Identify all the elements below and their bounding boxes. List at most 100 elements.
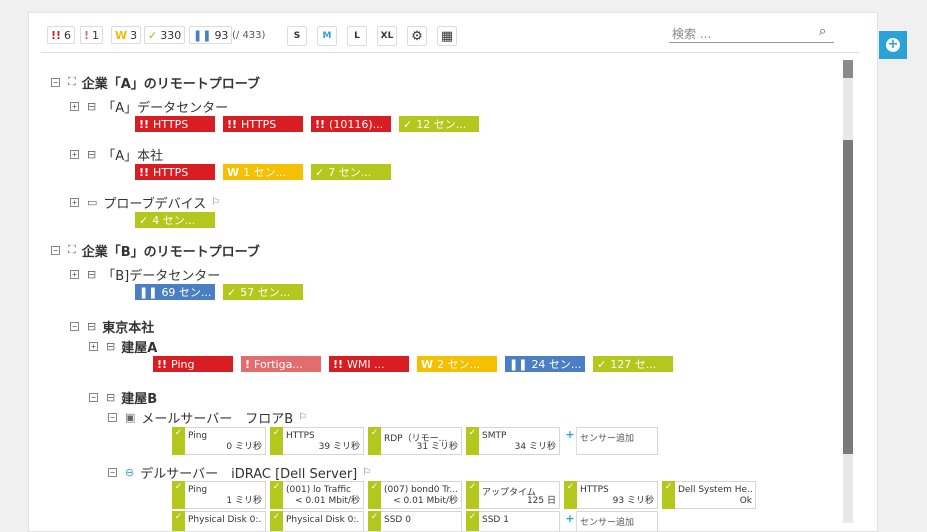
- search-icon[interactable]: ⌕: [819, 24, 826, 39]
- sensor-tile[interactable]: W2 セン...: [417, 356, 497, 372]
- sensor-tile[interactable]: ✓ HTTPS 39 ミリ秒: [270, 427, 364, 455]
- expand-icon[interactable]: +: [70, 197, 79, 207]
- add-sensor-button[interactable]: + センサー追加: [564, 427, 658, 455]
- grid-view-icon[interactable]: ▦: [437, 26, 457, 46]
- tile-status-icon: ✓: [227, 285, 237, 299]
- tree-node-a-probe-device[interactable]: + ▭ プローブデバイス ⚐: [70, 193, 220, 212]
- sensor-tile[interactable]: ✓ Physical Disk 0:...: [172, 511, 266, 531]
- tile-label: HTTPS: [241, 117, 277, 131]
- tree-node-tokyo[interactable]: − ⊟ 東京本社: [70, 317, 154, 336]
- collapse-icon[interactable]: −: [108, 467, 117, 477]
- add-sensor-button[interactable]: + センサー追加: [564, 511, 658, 531]
- sensor-tile[interactable]: !! HTTPS: [135, 164, 215, 180]
- tree-node-a-datacenter[interactable]: + ⊟ 「A」データセンター: [70, 97, 228, 116]
- mail-server-label: メールサーバー フロアB: [141, 411, 294, 427]
- sensor-tile[interactable]: ✓ (007) bond0 Tr... < 0.01 Mbit/秒: [368, 481, 462, 509]
- status-filter-warning[interactable]: W 3: [111, 26, 142, 44]
- settings-gear-icon[interactable]: ⚙: [407, 26, 427, 46]
- toolbar: !! 6 ! 1 W 3 ✓ 330 ❚❚ 93 (/ 433) S M L X…: [29, 13, 877, 53]
- collapse-icon[interactable]: −: [51, 77, 60, 87]
- sensor-name: Dell System He...: [678, 485, 752, 495]
- tree-node-bldg-a[interactable]: + ⊟ 建屋A: [89, 337, 157, 356]
- collapse-icon[interactable]: −: [51, 245, 60, 255]
- group-icon: ⊟: [106, 390, 116, 404]
- flag-icon[interactable]: ⚐: [298, 412, 307, 423]
- sensor-tile[interactable]: ✓ SSD 1: [466, 511, 560, 531]
- sensor-tile[interactable]: ✓ 7 セン...: [311, 164, 391, 180]
- status-filter-down[interactable]: !! 6: [47, 26, 76, 44]
- tile-status-icon: !!: [315, 117, 326, 131]
- scrollbar-thumb[interactable]: [843, 140, 853, 454]
- add-button[interactable]: +: [879, 31, 907, 59]
- sensor-tile[interactable]: ✓ Ping 0 ミリ秒: [172, 427, 266, 455]
- size-xl-button[interactable]: XL: [377, 26, 397, 46]
- tree-node-group-a[interactable]: − ⛶ 企業「A」のリモートプローブ: [51, 73, 260, 92]
- expand-icon[interactable]: +: [70, 269, 79, 279]
- tree-node-group-b[interactable]: − ⛶ 企業「B」のリモートプローブ: [51, 241, 260, 260]
- sensor-tile[interactable]: !! HTTPS: [135, 116, 215, 132]
- sensor-tile[interactable]: !! HTTPS: [223, 116, 303, 132]
- flag-icon[interactable]: ⚐: [362, 467, 371, 478]
- sensor-tile[interactable]: ❚❚ 69 セン...: [135, 284, 215, 300]
- sensor-tile[interactable]: ✓ RDP（リモー... 31 ミリ秒: [368, 427, 462, 455]
- probe-device-tiles: ✓ 4 セン...: [135, 212, 223, 228]
- sensor-tile[interactable]: !! WMI ...: [329, 356, 409, 372]
- bldg-a-tiles: !! Ping ! Fortiga... !! WMI ... W2 セン... ❚❚…: [153, 356, 681, 372]
- sensor-tile[interactable]: !! Ping: [153, 356, 233, 372]
- check-icon: ✓: [662, 481, 675, 509]
- sensor-tile[interactable]: ✓ 4 セン...: [135, 212, 215, 228]
- tile-label: HTTPS: [153, 117, 189, 131]
- tile-status-icon: !!: [157, 357, 168, 371]
- sensor-tile[interactable]: ❚❚ 24 セン...: [505, 356, 585, 372]
- group-b-label: 企業「B」のリモートプローブ: [81, 244, 260, 260]
- tile-label: 4 セン...: [152, 214, 196, 227]
- size-l-button[interactable]: L: [347, 26, 367, 46]
- collapse-icon[interactable]: −: [108, 412, 117, 422]
- tile-label: 1 セン...: [243, 166, 287, 179]
- status-filter-up[interactable]: ✓ 330: [144, 26, 186, 44]
- collapse-icon[interactable]: −: [89, 392, 98, 402]
- expand-icon[interactable]: +: [70, 101, 79, 111]
- sensor-tile[interactable]: ✓ SMTP 34 ミリ秒: [466, 427, 560, 455]
- sensor-name: SSD 0: [384, 515, 411, 525]
- tile-label: HTTPS: [153, 165, 189, 179]
- sensor-tile[interactable]: ✓ Ping 1 ミリ秒: [172, 481, 266, 509]
- sensor-tile[interactable]: ✓ Dell System He... Ok: [662, 481, 756, 509]
- expand-icon[interactable]: +: [70, 149, 79, 159]
- probe-icon: ⛶: [68, 243, 76, 256]
- status-filter-paused[interactable]: ❚❚ 93: [189, 26, 233, 44]
- sensor-tile[interactable]: !! (10116)...: [311, 116, 391, 132]
- check-icon: ✓: [148, 28, 158, 42]
- check-icon: ✓: [172, 427, 185, 455]
- sensor-tile[interactable]: W1 セン...: [223, 164, 303, 180]
- sensor-tile[interactable]: ✓ 57 セン...: [223, 284, 303, 300]
- sensor-tile[interactable]: ✓ Physical Disk 0:...: [270, 511, 364, 531]
- sensor-tile[interactable]: ✓ (001) lo Traffic < 0.01 Mbit/秒: [270, 481, 364, 509]
- search-input[interactable]: [669, 25, 834, 43]
- tile-status-icon: !!: [139, 117, 150, 131]
- tree-node-bldg-b[interactable]: − ⊟ 建屋B: [89, 388, 157, 407]
- sensor-tile[interactable]: ✓ HTTPS 93 ミリ秒: [564, 481, 658, 509]
- sensor-tile[interactable]: ✓ アップタイム 125 日: [466, 481, 560, 509]
- scrollbar-top[interactable]: [843, 60, 853, 78]
- tree-node-dell-server[interactable]: − ⊖ デルサーバー iDRAC [Dell Server] ⚐: [108, 463, 371, 482]
- size-m-button[interactable]: M: [317, 26, 337, 46]
- tree-node-a-hq[interactable]: + ⊟ 「A」本社: [70, 145, 163, 164]
- device-tree: − ⛶ 企業「A」のリモートプローブ + ⊟ 「A」データセンター !! HTTP…: [29, 53, 841, 531]
- sensor-tile[interactable]: ✓ SSD 0: [368, 511, 462, 531]
- sensor-value: 34 ミリ秒: [514, 442, 556, 452]
- sensor-tile[interactable]: ✓ 12 セン...: [399, 116, 479, 132]
- b-datacenter-tiles: ❚❚ 69 セン... ✓ 57 セン...: [135, 284, 311, 300]
- collapse-icon[interactable]: −: [70, 321, 79, 331]
- expand-icon[interactable]: +: [89, 341, 98, 351]
- check-icon: ✓: [466, 511, 479, 531]
- size-s-button[interactable]: S: [287, 26, 307, 46]
- sensor-value: 93 ミリ秒: [612, 496, 654, 506]
- tile-status-icon: !!: [139, 165, 150, 179]
- flag-icon[interactable]: ⚐: [211, 197, 220, 208]
- sensor-tile[interactable]: ! Fortiga...: [241, 356, 321, 372]
- tree-node-b-datacenter[interactable]: + ⊟ 「B]データセンター: [70, 265, 220, 284]
- status-filter-down-partial[interactable]: ! 1: [80, 26, 104, 44]
- tree-node-mail-server[interactable]: − ▣ メールサーバー フロアB ⚐: [108, 408, 307, 427]
- sensor-tile[interactable]: ✓ 127 セ...: [593, 356, 673, 372]
